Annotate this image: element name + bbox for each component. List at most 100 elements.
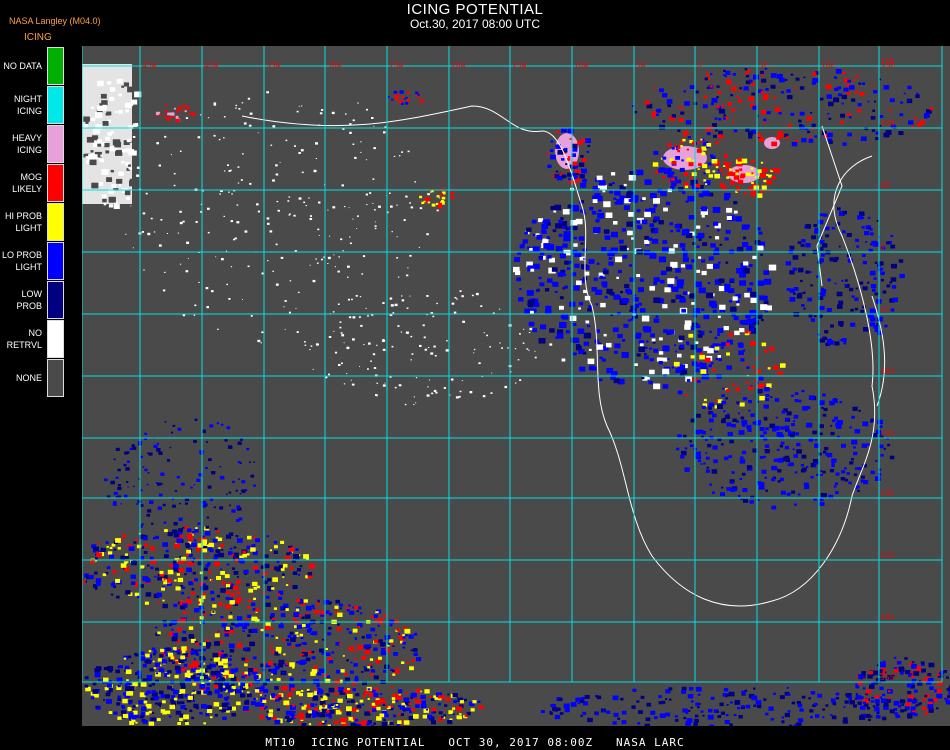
icing-pixel: [893, 668, 899, 673]
icing-pixel: [207, 709, 213, 714]
icing-pixel: [855, 467, 859, 470]
icing-pixel: [179, 150, 182, 152]
icing-pixel: [603, 268, 607, 271]
icing-pixel: [867, 281, 870, 284]
icing-pixel: [165, 104, 168, 106]
icing-pixel: [861, 475, 865, 479]
icing-pixel: [378, 639, 383, 643]
icing-pixel: [872, 705, 876, 708]
icing-pixel: [350, 722, 357, 726]
icing-pixel: [247, 265, 250, 268]
icing-pixel: [273, 566, 279, 571]
icing-pixel: [351, 383, 355, 386]
icing-pixel: [96, 552, 102, 558]
icing-pixel: [575, 340, 580, 343]
icing-pixel: [426, 394, 430, 397]
icing-pixel: [250, 315, 253, 317]
icing-pixel: [846, 233, 852, 237]
latitude-label: 10S: [880, 367, 895, 376]
icing-pixel: [723, 687, 729, 692]
icing-pixel: [98, 679, 101, 682]
icing-pixel: [727, 171, 733, 176]
icing-pixel: [552, 704, 556, 707]
icing-pixel: [644, 723, 650, 726]
icing-pixel: [822, 336, 827, 341]
icing-pixel: [418, 246, 420, 248]
icing-pixel: [365, 307, 367, 309]
icing-pixel: [116, 78, 123, 84]
icing-pixel: [296, 110, 299, 113]
icing-pixel: [110, 480, 115, 485]
icing-pixel: [129, 447, 133, 451]
icing-pixel: [140, 489, 143, 492]
icing-pixel: [640, 308, 646, 313]
icing-pixel: [207, 231, 210, 234]
icing-pixel: [703, 179, 707, 182]
icing-pixel: [168, 715, 172, 718]
icing-pixel: [498, 308, 501, 310]
icing-pixel: [363, 666, 366, 668]
icing-pixel: [572, 226, 578, 231]
icing-pixel: [688, 162, 694, 167]
icing-pixel: [875, 715, 881, 719]
icing-pixel: [575, 173, 579, 176]
icing-pixel: [727, 102, 732, 106]
icing-pixel: [849, 461, 854, 465]
icing-pixel: [771, 505, 777, 510]
icing-pixel: [473, 352, 475, 354]
icing-pixel: [595, 712, 599, 716]
icing-pixel: [701, 146, 707, 151]
icing-pixel: [370, 627, 376, 632]
icing-pixel: [664, 170, 668, 173]
icing-pixel: [824, 330, 829, 334]
icing-pixel: [899, 699, 906, 704]
icing-pixel: [300, 690, 304, 692]
icing-pixel: [576, 280, 582, 286]
icing-pixel: [772, 428, 777, 432]
icing-pixel: [173, 107, 176, 110]
icing-pixel: [124, 190, 131, 196]
icing-pixel: [889, 281, 893, 284]
icing-pixel: [281, 685, 288, 691]
icing-pixel: [145, 192, 148, 195]
icing-pixel: [148, 684, 152, 687]
icing-pixel: [277, 593, 280, 596]
icing-pixel: [615, 256, 623, 263]
icing-pixel: [202, 648, 206, 652]
icing-pixel: [142, 720, 148, 724]
longitude-label: 30W: [327, 61, 342, 70]
icing-pixel: [928, 662, 935, 668]
icing-pixel: [194, 418, 198, 421]
icing-pixel: [184, 110, 187, 113]
icing-pixel: [668, 687, 673, 691]
icing-pixel: [673, 361, 680, 367]
icing-pixel: [308, 197, 310, 199]
icing-pixel: [406, 661, 409, 664]
icing-pixel: [226, 584, 231, 588]
icing-pixel: [725, 165, 730, 170]
icing-pixel: [170, 656, 175, 660]
icing-pixel: [733, 175, 740, 180]
icing-pixel: [750, 297, 758, 303]
icing-pixel: [349, 123, 352, 125]
icing-pixel: [268, 590, 271, 592]
icing-pixel: [695, 702, 700, 706]
icing-pixel: [538, 257, 543, 261]
icing-pixel: [731, 424, 736, 428]
icing-pixel: [113, 548, 117, 551]
icing-pixel: [392, 312, 395, 314]
icing-pixel: [911, 661, 915, 664]
icing-pixel: [879, 267, 884, 271]
icing-pixel: [589, 206, 594, 211]
icing-pixel: [733, 316, 739, 321]
icing-pixel: [686, 379, 691, 382]
icing-pixel: [583, 341, 589, 346]
icing-pixel: [182, 109, 185, 112]
icing-pixel: [347, 298, 350, 301]
icing-pixel: [313, 665, 318, 669]
icing-pixel: [253, 536, 257, 539]
legend-label: LO PROB LIGHT: [1, 250, 42, 272]
icing-pixel: [209, 614, 212, 616]
icing-pixel: [737, 706, 741, 710]
icing-pixel: [236, 580, 241, 585]
